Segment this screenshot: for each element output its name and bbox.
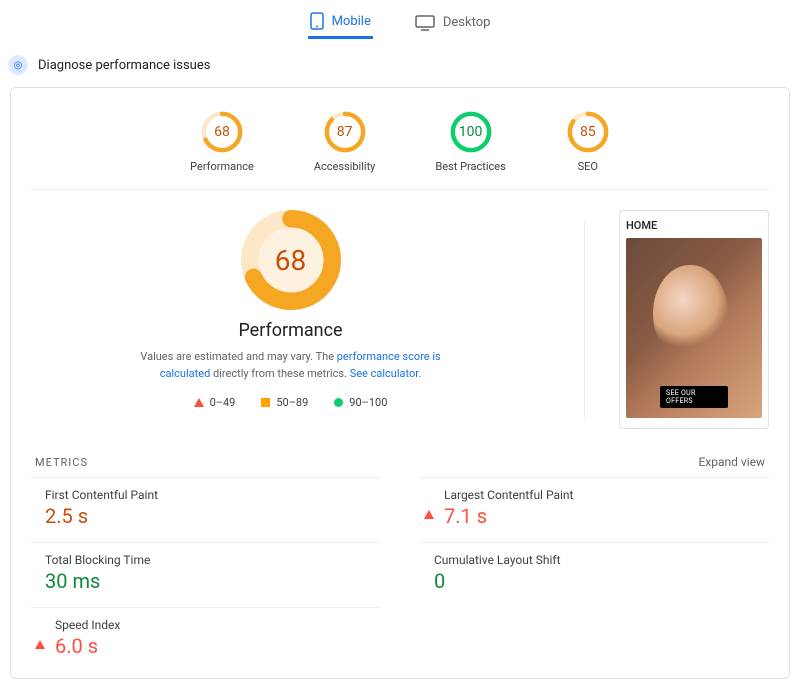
report-panel: 68 Performance 87 Accessibility 100: [10, 87, 790, 679]
gauge-score: 85: [566, 110, 610, 154]
performance-description: Values are estimated and may vary. The p…: [121, 349, 461, 382]
score-legend: 0–49 50–89 90–100: [194, 396, 388, 409]
gauge-label: Performance: [190, 160, 254, 173]
gauge-best practices[interactable]: 100 Best Practices: [435, 110, 505, 173]
tab-desktop-label: Desktop: [443, 15, 491, 30]
gauge-accessibility[interactable]: 87 Accessibility: [314, 110, 376, 173]
category-gauges: 68 Performance 87 Accessibility 100: [31, 110, 769, 190]
metric-status-icon: [424, 491, 434, 510]
target-icon: ◎: [8, 55, 28, 75]
diagnose-title: Diagnose performance issues: [38, 58, 210, 73]
metric-speed index[interactable]: Speed Index 6.0 s: [31, 607, 380, 668]
gauge-label: Accessibility: [314, 160, 376, 173]
performance-summary: 68 Performance Values are estimated and …: [31, 210, 550, 429]
gauge-ring: 87: [323, 110, 367, 154]
screenshot-image: SEE OUR OFFERS: [626, 238, 762, 418]
metrics-title: METRICS: [35, 456, 88, 469]
metrics-grid: First Contentful Paint 2.5 s Largest Con…: [31, 477, 769, 668]
metric-value: 2.5 s: [45, 504, 158, 528]
gauge-label: SEO: [578, 160, 598, 173]
gauge-performance[interactable]: 68 Performance: [190, 110, 254, 173]
tab-desktop[interactable]: Desktop: [413, 6, 493, 39]
metric-value: 7.1 s: [444, 504, 573, 528]
tab-mobile[interactable]: Mobile: [308, 6, 373, 39]
metric-total blocking time[interactable]: Total Blocking Time 30 ms: [31, 542, 380, 603]
metric-name: First Contentful Paint: [45, 488, 158, 502]
metric-value: 30 ms: [45, 569, 150, 593]
screenshot-label: HOME: [626, 219, 762, 232]
legend-good-icon: [334, 398, 343, 407]
screenshot-preview: HOME SEE OUR OFFERS: [619, 210, 769, 429]
legend-bad-icon: [194, 398, 204, 407]
performance-score: 68: [241, 210, 341, 310]
metric-value: 6.0 s: [55, 634, 120, 658]
gauge-ring: 68: [200, 110, 244, 154]
tab-mobile-label: Mobile: [332, 14, 371, 29]
gauge-score: 68: [200, 110, 244, 154]
desktop-icon: [415, 15, 435, 31]
gauge-seo[interactable]: 85 SEO: [566, 110, 610, 173]
gauge-ring: 85: [566, 110, 610, 154]
mobile-icon: [310, 12, 324, 30]
metric-first contentful paint[interactable]: First Contentful Paint 2.5 s: [31, 477, 380, 538]
metrics-header: METRICS Expand view: [31, 437, 769, 477]
gauge-score: 100: [449, 110, 493, 154]
metric-name: Largest Contentful Paint: [444, 488, 573, 502]
gauge-ring: 100: [449, 110, 493, 154]
metric-name: Total Blocking Time: [45, 553, 150, 567]
screenshot-cta: SEE OUR OFFERS: [660, 386, 728, 408]
diagnose-header: ◎ Diagnose performance issues: [0, 45, 800, 87]
expand-view-button[interactable]: Expand view: [698, 455, 765, 469]
performance-title: Performance: [238, 320, 342, 341]
performance-gauge-large: 68: [241, 210, 341, 310]
metric-status-icon: [35, 621, 45, 640]
metric-name: Cumulative Layout Shift: [434, 553, 561, 567]
metric-name: Speed Index: [55, 618, 120, 632]
divider: [584, 220, 585, 419]
legend-mid-icon: [261, 398, 270, 407]
gauge-score: 87: [323, 110, 367, 154]
performance-section: 68 Performance Values are estimated and …: [31, 190, 769, 437]
metric-largest contentful paint[interactable]: Largest Contentful Paint 7.1 s: [420, 477, 769, 538]
metric-cumulative layout shift[interactable]: Cumulative Layout Shift 0: [420, 542, 769, 603]
metric-value: 0: [434, 569, 561, 593]
device-tabs: Mobile Desktop: [0, 0, 800, 45]
see-calculator-link[interactable]: See calculator.: [350, 367, 422, 380]
gauge-label: Best Practices: [435, 160, 505, 173]
